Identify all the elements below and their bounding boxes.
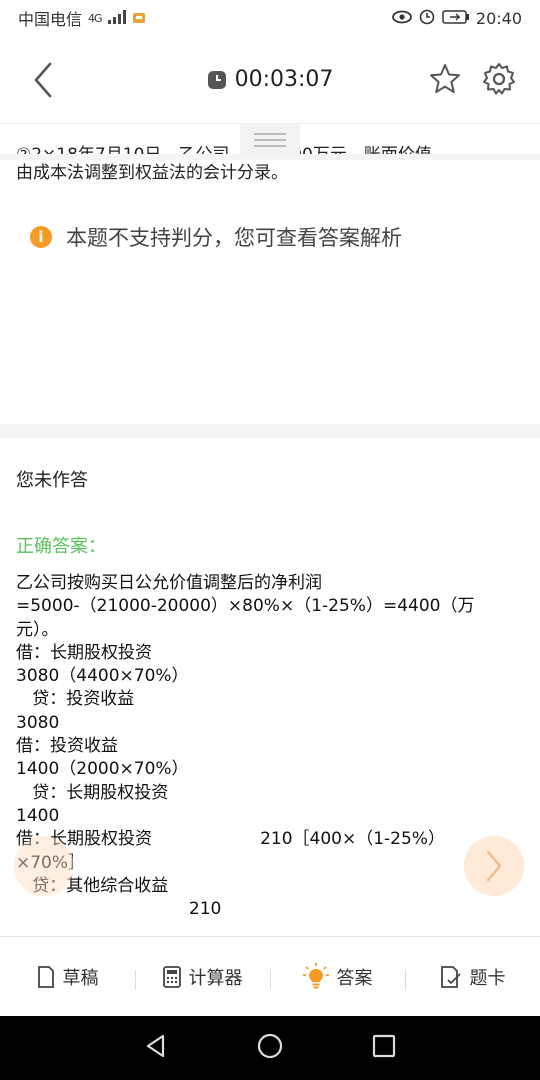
gear-icon (483, 63, 515, 95)
clock-time: 20:40 (475, 8, 522, 28)
answer-line: 3080（4400×70%） (16, 666, 189, 687)
eye-icon (391, 9, 412, 28)
next-question-button[interactable] (464, 836, 524, 896)
answer-line: ×70%］ (16, 852, 86, 873)
draft-button[interactable]: 草稿 (0, 964, 135, 990)
draft-label: 草稿 (62, 967, 99, 989)
answer-line: 元）。 (16, 619, 59, 640)
carrier-label: 中国电信 (18, 10, 83, 29)
status-left: 中国电信 4G (18, 6, 146, 30)
handle-line (254, 145, 286, 147)
handle-line (254, 133, 286, 135)
system-back-button[interactable] (143, 1033, 169, 1063)
circle-home-icon (257, 1033, 283, 1059)
back-button[interactable] (28, 60, 58, 100)
status-bar: 中国电信 4G 20:40 (0, 0, 540, 36)
alarm-icon (418, 7, 436, 29)
correct-answer-label: 正确答案： (16, 536, 106, 557)
answer-line: 乙公司按购买日公允价值调整后的净利润 (16, 573, 322, 593)
question-text: 由成本法调整到权益法的会计分录。 (16, 163, 288, 183)
info-icon: i (30, 226, 52, 248)
square-recents-icon (372, 1034, 395, 1058)
network-type: 4G (88, 11, 102, 25)
answer-line: 210 (16, 899, 222, 920)
section-separator (0, 424, 540, 438)
question-area: ②2×18年7月10日，乙公司…值为500万元，账面价值 由成本法调整到权益法的… (0, 124, 540, 424)
chevron-right-icon (486, 850, 502, 882)
calculator-icon (162, 965, 181, 988)
favorite-button[interactable] (428, 62, 462, 96)
exam-timer: 00:03:07 (207, 67, 334, 92)
answer-line: 借：投资收益 (16, 736, 118, 757)
chevron-left-icon (34, 62, 52, 98)
bottom-toolbar: 草稿 计算器 答案 题卡 (0, 936, 540, 1016)
handle-line (254, 139, 286, 141)
system-home-button[interactable] (256, 1032, 284, 1064)
lightbulb-icon (302, 962, 329, 988)
star-icon (430, 64, 460, 93)
system-nav-bar (0, 1016, 540, 1080)
timer-icon (207, 70, 226, 89)
calculator-button[interactable]: 计算器 (135, 964, 270, 990)
nav-bar: 00:03:07 (0, 36, 540, 124)
answer-button[interactable]: 答案 (270, 962, 405, 991)
triangle-back-icon (147, 1034, 165, 1058)
answer-line: 1400 (16, 805, 60, 826)
battery-icon (442, 9, 470, 28)
answer-explanation: 乙公司按购买日公允价值调整后的净利润 =5000-（21000-20000）×8… (16, 572, 486, 921)
answer-line: 贷：其他综合收益 (16, 875, 169, 896)
document-icon (37, 965, 54, 988)
not-answered-label: 您未作答 (16, 470, 88, 491)
drag-handle[interactable] (240, 124, 300, 156)
answer-area: 您未作答 正确答案： 乙公司按购买日公允价值调整后的净利润 =5000-（210… (0, 438, 540, 934)
answer-line: 借：长期股权投资 210［400×（1-25%） (16, 829, 445, 850)
previous-question-button[interactable] (14, 836, 74, 896)
card-label: 题卡 (469, 967, 506, 989)
notice-text: 本题不支持判分，您可查看答案解析 (66, 226, 402, 250)
answer-line: =5000-（21000-20000）×80%×（1-25%）=4400（万 (16, 596, 475, 617)
system-recents-button[interactable] (371, 1033, 397, 1063)
signal-icon (107, 9, 126, 28)
timer-value: 00:03:07 (234, 67, 334, 92)
answer-line: 3080 (16, 712, 60, 733)
answer-line: 借：长期股权投资 (16, 642, 152, 663)
scoring-notice: i 本题不支持判分，您可查看答案解析 (30, 222, 402, 252)
question-card-button[interactable]: 题卡 (405, 964, 540, 990)
calculator-label: 计算器 (188, 967, 243, 989)
answer-label: 答案 (336, 967, 373, 989)
settings-button[interactable] (482, 62, 516, 96)
edit-card-icon (440, 965, 461, 988)
answer-line: 1400（2000×70%） (16, 759, 189, 780)
app-notification-icon (132, 9, 146, 28)
answer-line: 贷：投资收益 (16, 689, 135, 710)
answer-line: 贷：长期股权投资 (16, 782, 169, 803)
status-right: 20:40 (391, 7, 522, 29)
